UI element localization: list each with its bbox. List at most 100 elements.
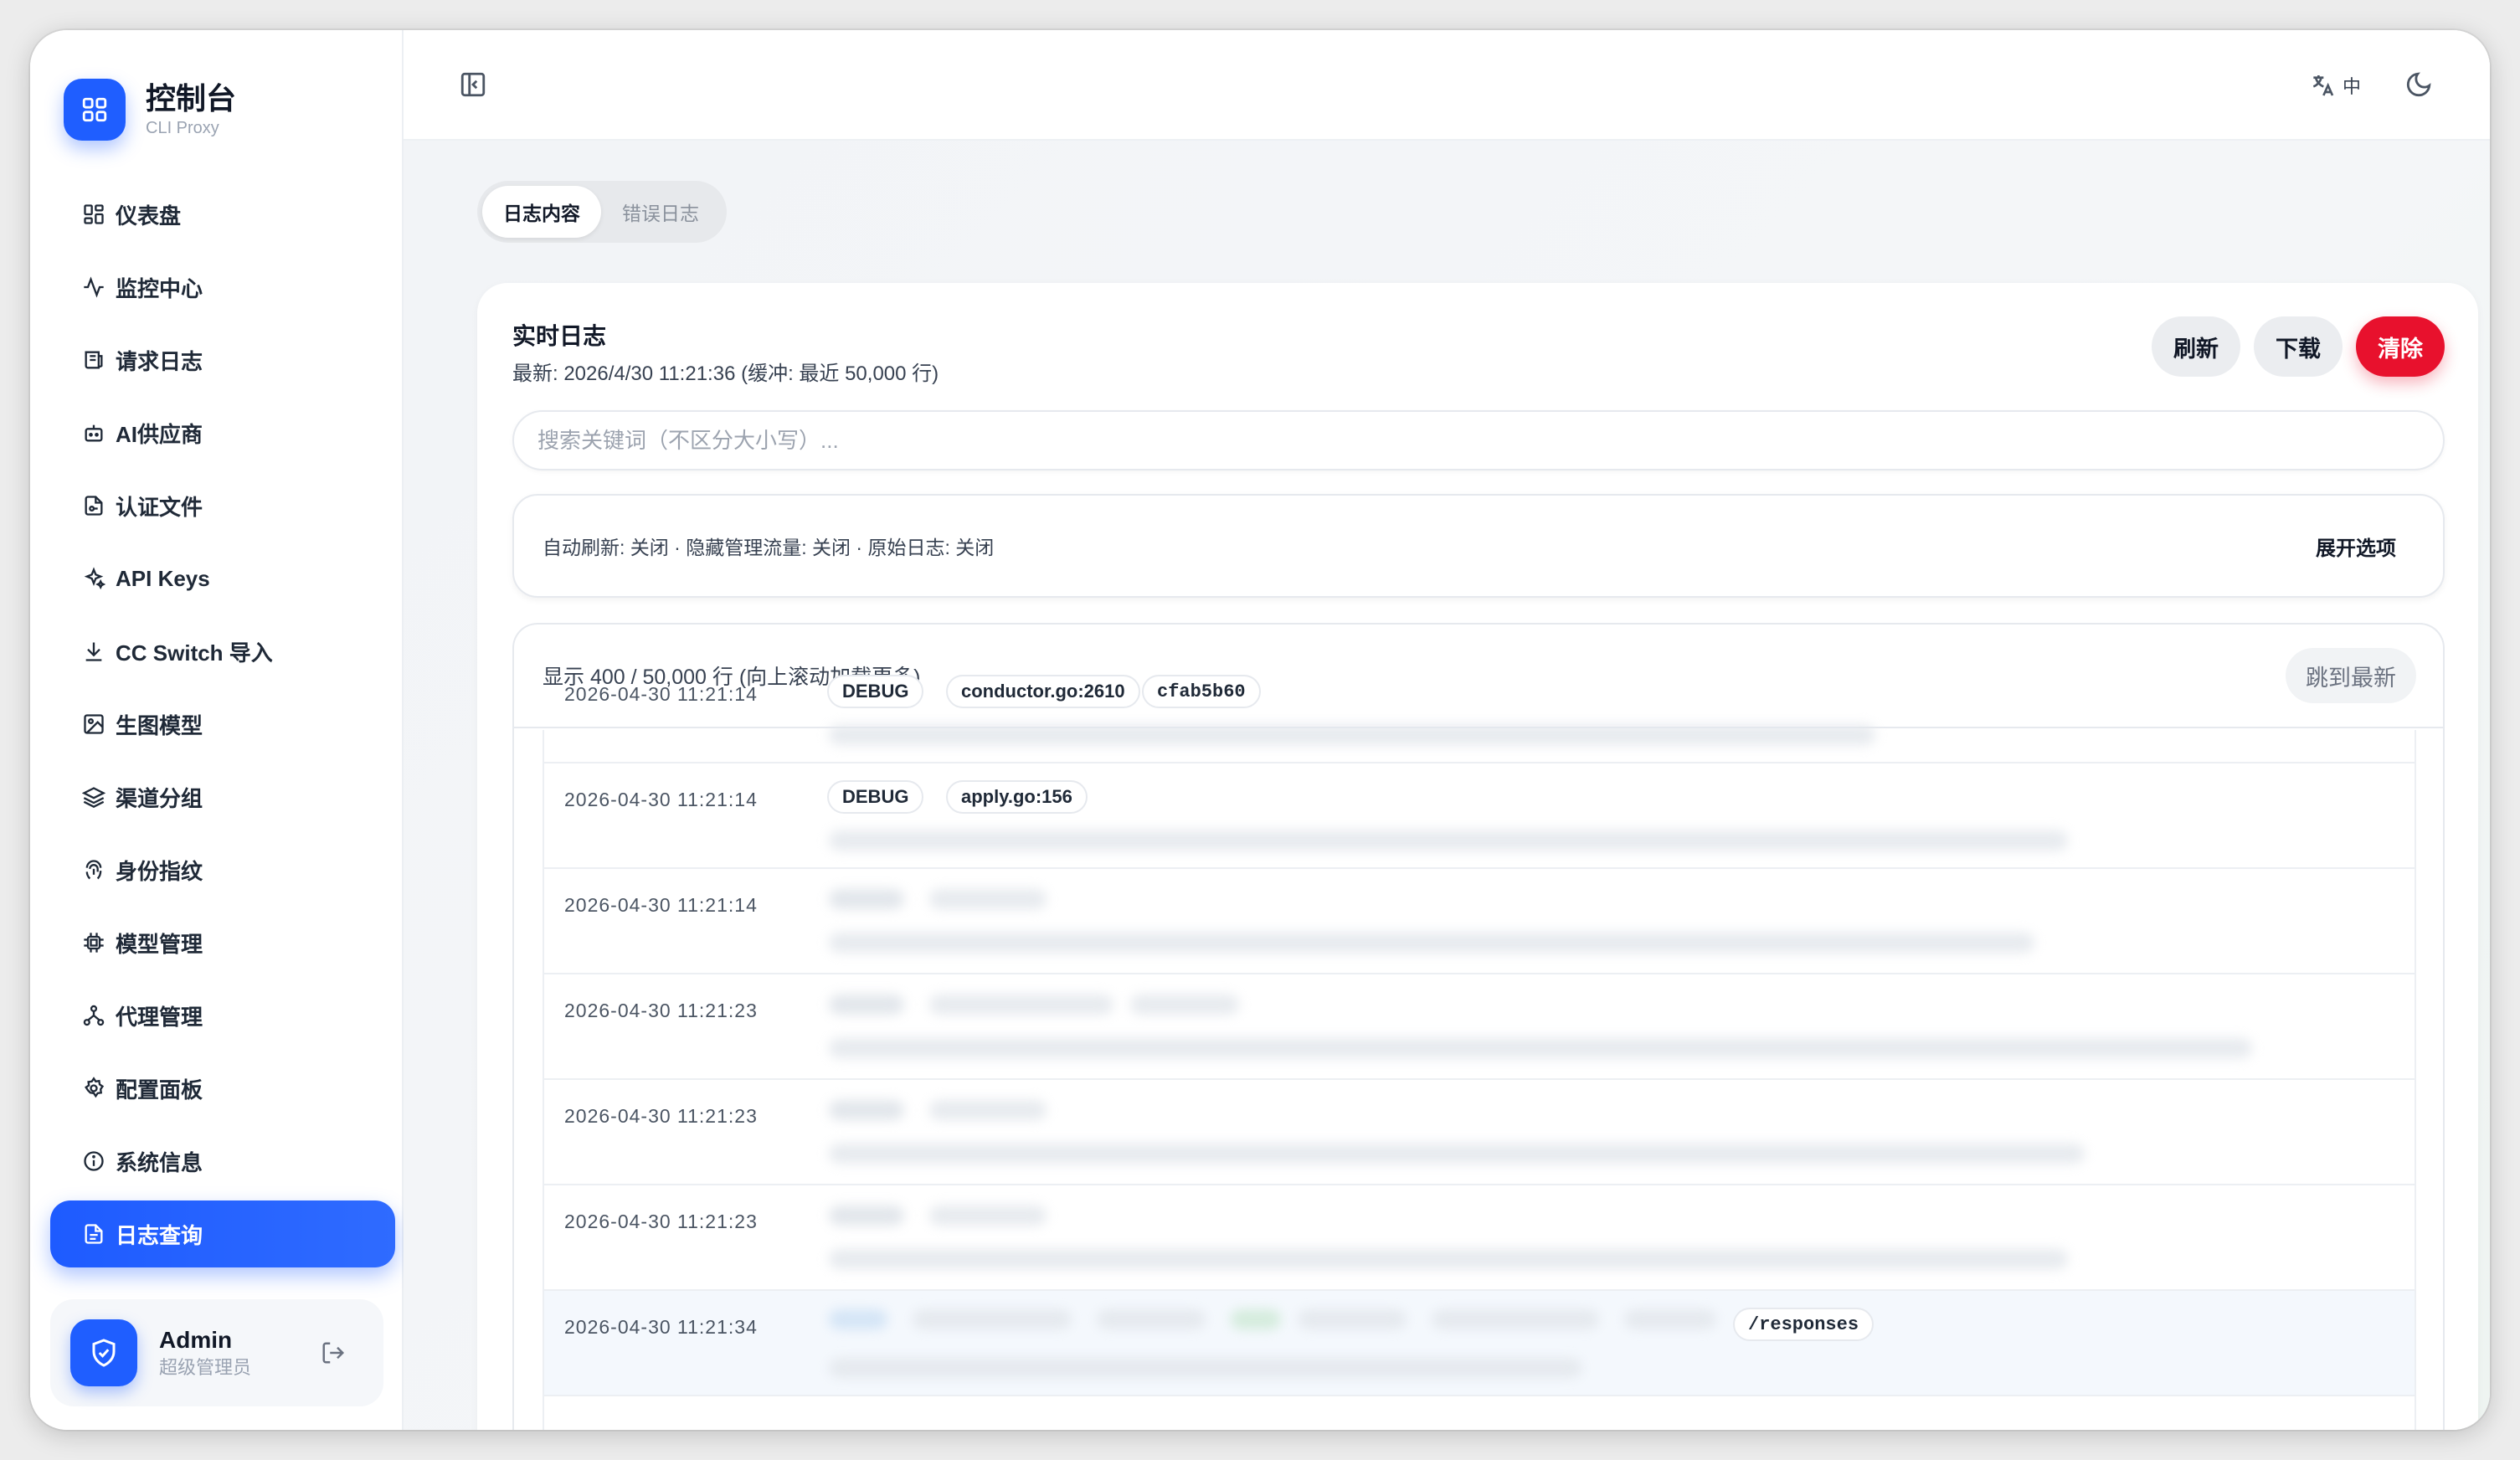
sidebar-item-label: 仪表盘 xyxy=(116,203,182,229)
log-row[interactable]: 2026-04-30 11:21:14 DEBUG conductor.go:2… xyxy=(544,658,2415,763)
sidebar-item-monitor[interactable]: 监控中心 xyxy=(50,254,395,321)
grid-icon xyxy=(64,79,126,141)
main-content: 中 日志内容 错误日志 实时日志 最新: 2026/4/30 11:21:36 … xyxy=(404,30,2490,1430)
sidebar-item-model-management[interactable]: 模型管理 xyxy=(50,909,395,976)
log-time: 2026-04-30 11:21:23 xyxy=(564,1000,758,1021)
sidebar-item-auth-files[interactable]: 认证文件 xyxy=(50,472,395,539)
sidebar-item-request-log[interactable]: 请求日志 xyxy=(50,326,395,393)
log-time: 2026-04-30 11:21:14 xyxy=(564,789,758,810)
sidebar-item-api-keys[interactable]: API Keys xyxy=(50,545,395,612)
log-tabs: 日志内容 错误日志 xyxy=(477,181,727,243)
sidebar-item-ai-provider[interactable]: AI供应商 xyxy=(50,399,395,466)
log-list[interactable]: 2026-04-30 11:21:14 DEBUG conductor.go:2… xyxy=(543,675,2416,1430)
blurred-log-tag xyxy=(829,995,904,1015)
tab-log-content[interactable]: 日志内容 xyxy=(482,186,601,238)
dashboard-icon xyxy=(84,204,104,224)
gear-icon xyxy=(85,1077,105,1098)
brand: 控制台 CLI Proxy xyxy=(64,79,236,141)
brand-subtitle: CLI Proxy xyxy=(146,119,219,137)
log-row[interactable]: 2026-04-30 11:21:23 xyxy=(544,974,2415,1080)
log-row[interactable]: 2026-04-30 11:21:23 xyxy=(544,1080,2415,1185)
blurred-log-tag xyxy=(829,1100,904,1120)
log-row[interactable]: 2026-04-30 11:21:14 xyxy=(544,869,2415,974)
card-subtitle: 最新: 2026/4/30 11:21:36 (缓冲: 最近 50,000 行) xyxy=(512,362,939,385)
app-window: 控制台 CLI Proxy 仪表盘 监控中心 请求日志 AI供应商 认证文件 A… xyxy=(30,30,2490,1430)
blurred-log-tag xyxy=(1624,1309,1716,1329)
sidebar-item-label: 模型管理 xyxy=(116,931,203,957)
log-row[interactable]: 2026-04-30 11:21:34 /responses xyxy=(544,1291,2415,1396)
sidebar-item-log-query[interactable]: 日志查询 xyxy=(50,1200,395,1267)
sidebar-item-dashboard[interactable]: 仪表盘 xyxy=(50,181,395,248)
options-bar: 自动刷新: 关闭 · 隐藏管理流量: 关闭 · 原始日志: 关闭 展开选项 xyxy=(512,494,2445,598)
blurred-log-tag xyxy=(1298,1309,1407,1329)
blurred-log-message xyxy=(829,725,1875,745)
translate-icon xyxy=(2312,75,2334,96)
blurred-log-tag xyxy=(929,1206,1047,1226)
sidebar-toggle-icon[interactable] xyxy=(459,70,489,100)
blurred-log-message xyxy=(829,1358,1582,1378)
activity-icon xyxy=(84,276,104,298)
sidebar-item-label: CC Switch 导入 xyxy=(116,640,273,666)
sidebar-item-label: 系统信息 xyxy=(116,1149,203,1175)
blurred-log-tag xyxy=(829,1309,887,1329)
logout-icon[interactable] xyxy=(316,1336,350,1370)
options-summary: 自动刷新: 关闭 · 隐藏管理流量: 关闭 · 原始日志: 关闭 xyxy=(543,537,995,558)
sidebar-item-label: 渠道分组 xyxy=(116,785,203,811)
cpu-icon xyxy=(84,933,104,953)
blurred-log-tag xyxy=(1130,995,1239,1015)
blurred-log-message xyxy=(829,1038,2252,1058)
blurred-log-tag xyxy=(929,889,1047,909)
blurred-log-tag xyxy=(1097,1309,1206,1329)
blurred-log-message xyxy=(829,1144,2085,1164)
sidebar-item-system-info[interactable]: 系统信息 xyxy=(50,1128,395,1195)
brand-title: 控制台 xyxy=(146,81,237,116)
blurred-log-tag xyxy=(829,889,904,909)
info-icon xyxy=(84,1151,104,1171)
sidebar-item-config-panel[interactable]: 配置面板 xyxy=(50,1055,395,1122)
blurred-log-message xyxy=(829,933,2034,953)
blurred-log-tag xyxy=(929,995,1113,1015)
language-label: 中 xyxy=(2342,76,2361,97)
sidebar-item-label: 认证文件 xyxy=(116,494,203,520)
sidebar-item-label: 生图模型 xyxy=(116,712,203,738)
download-button[interactable]: 下载 xyxy=(2254,316,2343,377)
download-icon xyxy=(85,642,102,661)
sidebar-item-channel-groups[interactable]: 渠道分组 xyxy=(50,763,395,830)
blurred-log-tag xyxy=(1231,1309,1281,1329)
document-icon xyxy=(85,1224,103,1244)
sidebar-item-cc-switch-import[interactable]: CC Switch 导入 xyxy=(50,618,395,685)
log-source-tag: conductor.go:2610 xyxy=(946,675,1140,708)
language-switch[interactable]: 中 xyxy=(2309,70,2361,100)
shield-check-icon xyxy=(70,1319,137,1386)
blurred-log-tag xyxy=(913,1309,1072,1329)
sidebar-item-label: 日志查询 xyxy=(116,1222,203,1248)
log-time: 2026-04-30 11:21:34 xyxy=(564,1316,758,1338)
log-path-tag: /responses xyxy=(1733,1308,1875,1341)
tab-error-log[interactable]: 错误日志 xyxy=(601,186,720,238)
moon-icon[interactable] xyxy=(2404,70,2435,100)
clear-button[interactable]: 清除 xyxy=(2356,316,2445,377)
blurred-log-message xyxy=(829,1249,2068,1269)
expand-options-button[interactable]: 展开选项 xyxy=(2316,532,2396,561)
layers-icon xyxy=(82,787,105,808)
sidebar-item-fingerprint[interactable]: 身份指纹 xyxy=(50,836,395,903)
sidebar-nav: 仪表盘 监控中心 请求日志 AI供应商 认证文件 API Keys CC Swi… xyxy=(50,181,395,1273)
network-icon xyxy=(83,1005,105,1026)
log-time: 2026-04-30 11:21:23 xyxy=(564,1211,758,1232)
sidebar-item-label: AI供应商 xyxy=(116,421,203,447)
sidebar-item-image-models[interactable]: 生图模型 xyxy=(50,691,395,758)
log-source-tag: apply.go:156 xyxy=(946,780,1088,814)
blurred-log-tag xyxy=(1432,1309,1599,1329)
image-icon xyxy=(84,714,104,734)
log-time: 2026-04-30 11:21:23 xyxy=(564,1105,758,1127)
blurred-log-message xyxy=(829,830,2068,851)
log-row[interactable]: 2026-04-30 11:21:14 DEBUG apply.go:156 xyxy=(544,763,2415,869)
bot-icon xyxy=(85,424,103,442)
blurred-log-tag xyxy=(929,1100,1047,1120)
search-input[interactable] xyxy=(512,410,2445,470)
refresh-button[interactable]: 刷新 xyxy=(2152,316,2240,377)
request-log-icon xyxy=(85,351,103,369)
log-row[interactable]: 2026-04-30 11:21:23 xyxy=(544,1185,2415,1291)
log-request-id-tag: cfab5b60 xyxy=(1142,675,1261,708)
sidebar-item-proxy-management[interactable]: 代理管理 xyxy=(50,982,395,1049)
